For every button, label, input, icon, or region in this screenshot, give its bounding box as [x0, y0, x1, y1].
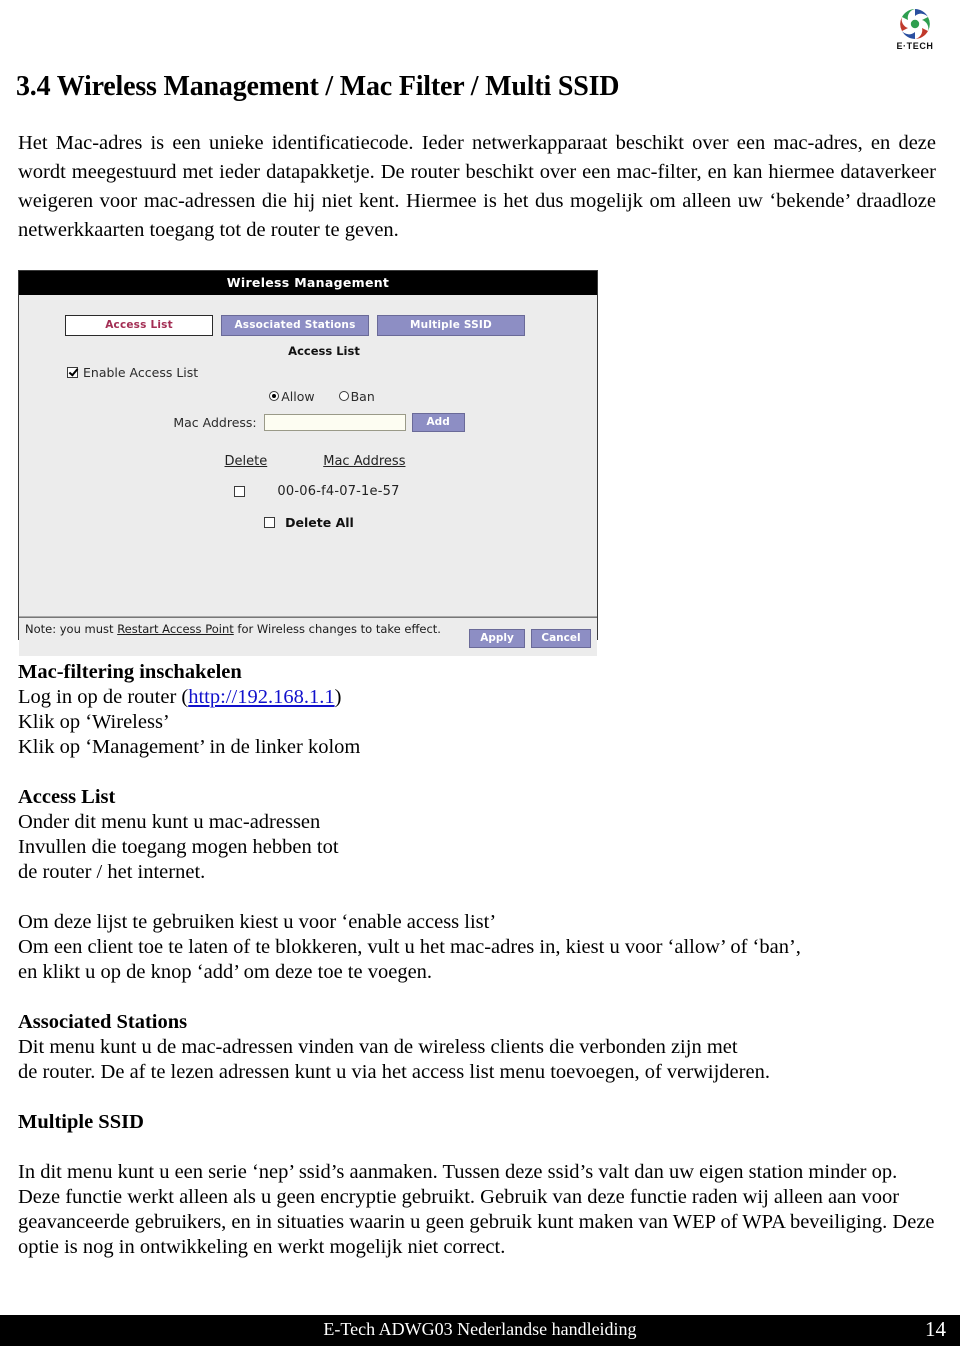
enable-access-list-checkbox[interactable] — [67, 367, 78, 378]
row-delete-checkbox[interactable] — [234, 486, 246, 497]
macfilter-line1: Log in op de router (http://192.168.1.1) — [0, 685, 960, 710]
page-title: 3.4 Wireless Management / Mac Filter / M… — [16, 71, 620, 102]
intro-paragraph: Het Mac-adres is een unieke identificati… — [18, 131, 936, 241]
section-heading: Access List — [288, 344, 360, 358]
macfilter-line1-post: ) — [334, 686, 342, 708]
document-page: 3.4 Wireless Management / Mac Filter / M… — [0, 0, 960, 245]
note-suffix: for Wireless changes to take effect. — [233, 622, 441, 636]
accesslist-para3: en klikt u op de knop ‘add’ om deze toe … — [18, 961, 433, 983]
column-header-mac-address: Mac Address — [323, 454, 406, 469]
note-prefix: Note: you must — [25, 622, 118, 636]
row-mac-address: 00-06-f4-07-1e-57 — [277, 484, 400, 499]
enable-access-list-row[interactable]: Enable Access List — [67, 365, 597, 380]
mac-address-input[interactable] — [263, 414, 406, 431]
panel-body: Access List Associated Stations Multiple… — [19, 295, 597, 617]
accesslist-para1: Om deze lijst te gebruiken kiest u voor … — [18, 911, 497, 933]
accesslist-line2: Invullen die toegang mogen hebben tot — [18, 836, 339, 858]
panel-action-buttons: Apply Cancel — [469, 629, 591, 648]
associated-line2: de router. De af te lezen adressen kunt … — [18, 1061, 770, 1083]
delete-all-checkbox[interactable] — [264, 517, 276, 528]
page-number: 14 — [925, 1317, 946, 1341]
tab-associated-stations[interactable]: Associated Stations — [221, 315, 369, 336]
radio-ban-label: Ban — [350, 389, 375, 404]
restart-note: Note: you must Restart Access Point for … — [25, 622, 465, 637]
heading-multiple-ssid: Multiple SSID — [18, 1111, 144, 1133]
delete-all-row[interactable]: Delete All — [19, 515, 597, 530]
associated-line1: Dit menu kunt u de mac-adressen vinden v… — [18, 1036, 738, 1058]
add-button[interactable]: Add — [411, 413, 465, 432]
policy-radio-group: Allow Ban — [19, 386, 597, 405]
delete-all-label: Delete All — [285, 515, 354, 530]
tab-access-list[interactable]: Access List — [65, 315, 213, 336]
multissid-body: In dit menu kunt u een serie ‘nep’ ssid’… — [18, 1161, 935, 1258]
radio-ban[interactable]: Ban — [338, 386, 375, 405]
mac-address-entry-row: Mac Address: Add — [19, 413, 597, 432]
enable-access-list-label: Enable Access List — [83, 365, 199, 380]
page-footer: E-Tech ADWG03 Nederlandse handleiding 14 — [0, 1315, 960, 1346]
mac-address-label: Mac Address: — [173, 415, 257, 430]
macfilter-line1-pre: Log in op de router ( — [18, 686, 189, 708]
macfilter-line3: Klik op ‘Management’ in de linker kolom — [18, 736, 361, 758]
radio-allow-label: Allow — [281, 389, 315, 404]
router-url-link[interactable]: http://192.168.1.1 — [188, 686, 334, 708]
window-title: Wireless Management — [19, 271, 597, 295]
accesslist-line1: Onder dit menu kunt u mac-adressen — [18, 811, 321, 833]
panel-footer: Note: you must Restart Access Point for … — [19, 617, 597, 656]
column-header-delete: Delete — [224, 454, 268, 469]
router-admin-screenshot: Wireless Management Access List Associat… — [18, 270, 598, 656]
heading-access-list: Access List — [18, 786, 116, 808]
mac-table-header: Delete Mac Address — [19, 454, 597, 469]
heading-associated-stations: Associated Stations — [18, 1011, 188, 1033]
footer-title: E-Tech ADWG03 Nederlandse handleiding — [323, 1319, 637, 1339]
heading-macfiltering: Mac-filtering inschakelen — [18, 661, 242, 683]
accesslist-para2: Om een client toe te laten of te blokker… — [18, 936, 801, 958]
radio-allow-dot — [269, 391, 280, 401]
instructions-area: Mac-filtering inschakelen Log in op de r… — [0, 660, 960, 1260]
radio-allow[interactable]: Allow — [269, 386, 315, 405]
cancel-button[interactable]: Cancel — [531, 629, 591, 648]
macfilter-line2: Klik op ‘Wireless’ — [18, 711, 170, 733]
tab-multiple-ssid[interactable]: Multiple SSID — [377, 315, 525, 336]
restart-access-point-link[interactable]: Restart Access Point — [117, 622, 234, 636]
radio-ban-dot — [338, 391, 349, 401]
apply-button[interactable]: Apply — [469, 629, 525, 648]
table-row: 00-06-f4-07-1e-57 — [19, 484, 597, 499]
accesslist-line3: de router / het internet. — [18, 861, 206, 883]
tab-bar: Access List Associated Stations Multiple… — [19, 295, 597, 336]
